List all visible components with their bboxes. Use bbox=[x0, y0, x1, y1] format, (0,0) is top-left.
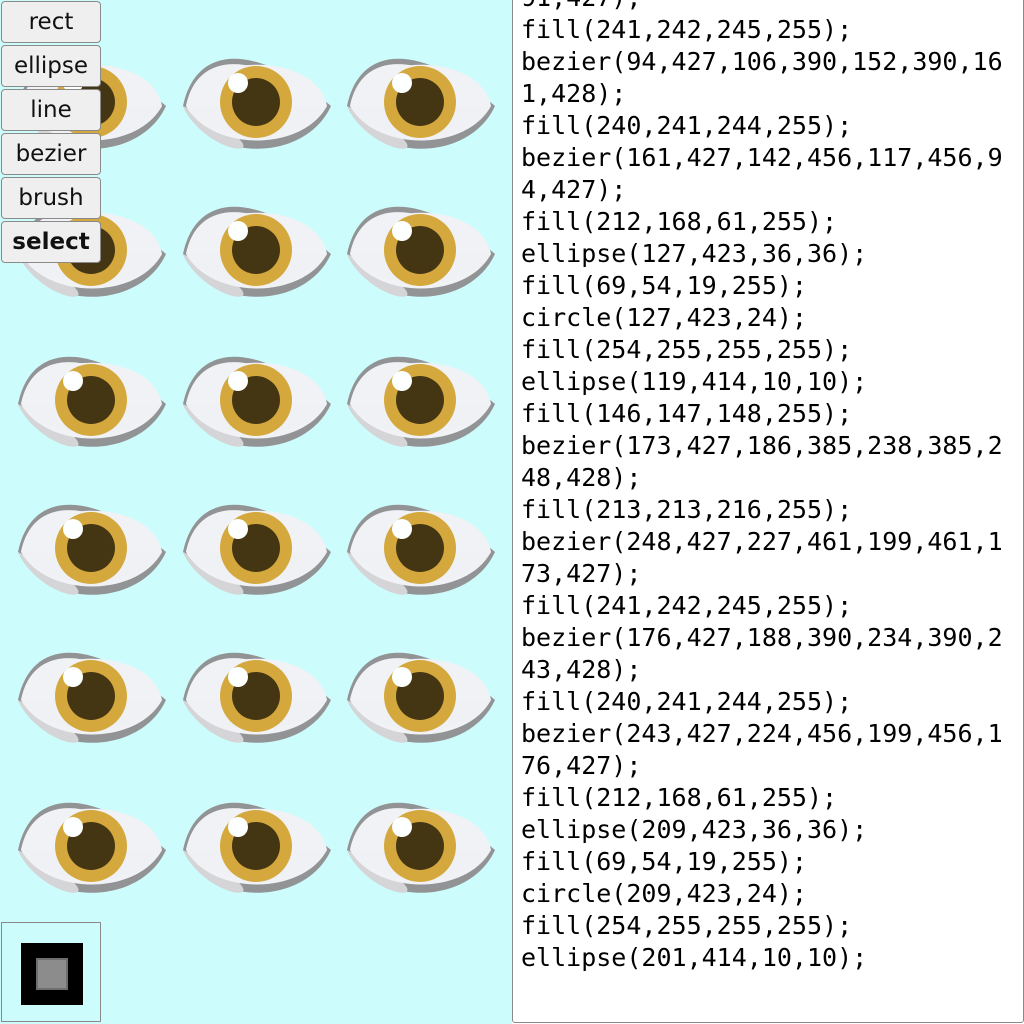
eye-shape bbox=[183, 206, 331, 297]
eye-shape bbox=[183, 504, 331, 595]
eye-highlight bbox=[228, 519, 248, 539]
eye-shape bbox=[347, 802, 495, 893]
eye-highlight bbox=[228, 667, 248, 687]
select-tool-button[interactable]: select bbox=[1, 221, 101, 263]
eye-shape bbox=[183, 58, 331, 149]
eye-shape bbox=[18, 652, 166, 743]
fill-color-swatch[interactable] bbox=[36, 958, 68, 990]
eye-shape bbox=[347, 652, 495, 743]
eye-shape bbox=[183, 802, 331, 893]
eye-shape bbox=[183, 356, 331, 447]
eye-shape bbox=[347, 504, 495, 595]
stroke-color-swatch[interactable] bbox=[21, 943, 83, 1005]
line-tool-button[interactable]: line bbox=[1, 89, 101, 131]
eye-shape bbox=[347, 206, 495, 297]
eye-highlight bbox=[63, 817, 83, 837]
brush-tool-button[interactable]: brush bbox=[1, 177, 101, 219]
eye-highlight bbox=[392, 371, 412, 391]
eye-highlight bbox=[228, 221, 248, 241]
eye-shape bbox=[347, 356, 495, 447]
eye-highlight bbox=[228, 817, 248, 837]
eye-highlight bbox=[392, 817, 412, 837]
eye-highlight bbox=[392, 221, 412, 241]
eye-highlight bbox=[392, 519, 412, 539]
eye-shape bbox=[18, 504, 166, 595]
eye-highlight bbox=[63, 519, 83, 539]
color-picker[interactable] bbox=[1, 922, 101, 1022]
eye-highlight bbox=[392, 667, 412, 687]
eye-shape bbox=[347, 58, 495, 149]
eye-shape bbox=[18, 802, 166, 893]
eye-highlight bbox=[228, 73, 248, 93]
eye-highlight bbox=[63, 371, 83, 391]
eye-highlight bbox=[392, 73, 412, 93]
ellipse-tool-button[interactable]: ellipse bbox=[1, 45, 101, 87]
drawing-canvas[interactable]: rect ellipse line bezier brush select bbox=[0, 0, 512, 1024]
eye-highlight bbox=[63, 667, 83, 687]
bezier-tool-button[interactable]: bezier bbox=[1, 133, 101, 175]
eye-shape bbox=[183, 652, 331, 743]
code-editor[interactable]: 91,427); fill(241,242,245,255); bezier(9… bbox=[512, 0, 1024, 1023]
eye-shape bbox=[18, 356, 166, 447]
eye-highlight bbox=[228, 371, 248, 391]
rect-tool-button[interactable]: rect bbox=[1, 1, 101, 43]
